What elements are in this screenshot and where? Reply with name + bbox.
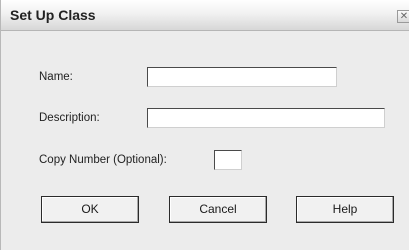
description-label: Description:: [39, 112, 100, 124]
title-bar[interactable]: Set Up Class ✕: [1, 0, 409, 31]
ok-button[interactable]: OK: [41, 196, 139, 223]
copy-number-field[interactable]: [214, 150, 242, 170]
name-label: Name:: [39, 71, 73, 83]
help-button[interactable]: Help: [296, 196, 394, 223]
set-up-class-dialog: Set Up Class ✕ Name: Description: Copy N…: [0, 0, 409, 250]
copy-number-label: Copy Number (Optional):: [39, 154, 167, 166]
name-field[interactable]: [147, 67, 337, 87]
dialog-title: Set Up Class: [10, 7, 96, 23]
description-field[interactable]: [147, 108, 385, 128]
close-icon[interactable]: ✕: [397, 10, 409, 23]
cancel-button[interactable]: Cancel: [169, 196, 267, 223]
